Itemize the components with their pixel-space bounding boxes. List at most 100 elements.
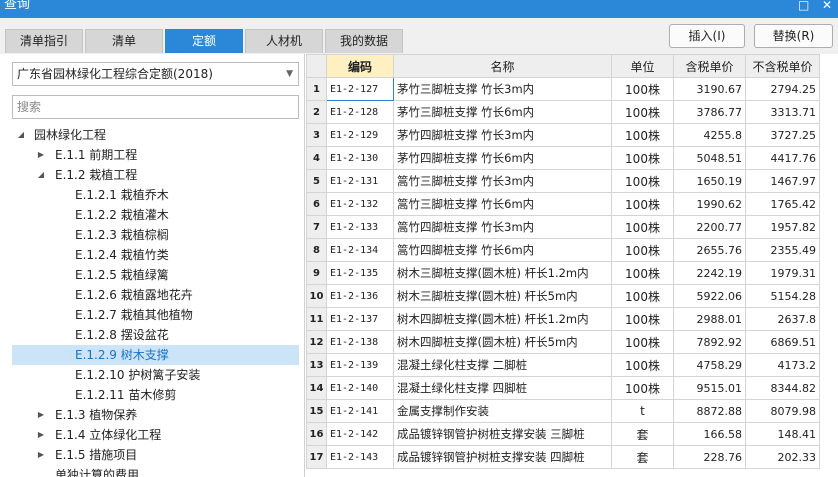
code-cell[interactable]: E1-2-135	[326, 261, 394, 285]
code-cell[interactable]: E1-2-133	[326, 215, 394, 239]
name-cell[interactable]: 混凝土绿化柱支撑 二脚桩	[393, 353, 612, 377]
code-cell[interactable]: E1-2-131	[326, 169, 394, 193]
name-cell[interactable]: 成品镀锌钢管护树桩支撑安装 四脚桩	[393, 445, 612, 469]
expand-arrow-icon[interactable]: ◢	[16, 125, 26, 145]
code-cell[interactable]: E1-2-142	[326, 422, 394, 446]
table-row[interactable]: 9 E1-2-135 树木三脚桩支撑(圆木桩) 杆长1.2m内 100株 2242.19…	[306, 261, 820, 285]
notax-price-cell[interactable]: 3313.71	[745, 100, 820, 124]
name-cell[interactable]: 篙竹四脚桩支撑 竹长3m内	[393, 215, 612, 239]
tax-price-cell[interactable]: 4255.8	[673, 123, 746, 147]
tree-item[interactable]: ▶ E.1.4 立体绿化工程	[12, 425, 299, 445]
tax-price-cell[interactable]: 3190.67	[673, 77, 746, 101]
tax-price-cell[interactable]: 1990.62	[673, 192, 746, 216]
unit-cell[interactable]: 100株	[611, 353, 674, 377]
tax-price-cell[interactable]: 7892.92	[673, 330, 746, 354]
name-cell[interactable]: 茅竹三脚桩支撑 竹长3m内	[393, 77, 612, 101]
notax-price-cell[interactable]: 4173.2	[745, 353, 820, 377]
tab-bill-guide[interactable]: 清单指引	[5, 29, 83, 53]
code-cell[interactable]: E1-2-134	[326, 238, 394, 262]
code-cell[interactable]: E1-2-141	[326, 399, 394, 423]
replace-button[interactable]: 替换(R)	[754, 24, 833, 48]
notax-price-column-header[interactable]: 不含税单价	[745, 54, 820, 78]
unit-cell[interactable]: 100株	[611, 238, 674, 262]
unit-cell[interactable]: 100株	[611, 284, 674, 308]
name-cell[interactable]: 茅竹四脚桩支撑 竹长3m内	[393, 123, 612, 147]
tree-item[interactable]: ▶ E.1.3 植物保养	[12, 405, 299, 425]
tax-price-cell[interactable]: 8872.88	[673, 399, 746, 423]
tab-my-data[interactable]: 我的数据	[325, 29, 403, 53]
unit-cell[interactable]: t	[611, 399, 674, 423]
name-cell[interactable]: 金属支撑制作安装	[393, 399, 612, 423]
table-row[interactable]: 10 E1-2-136 树木三脚桩支撑(圆木桩) 杆长5m内 100株 5922.06 5…	[306, 284, 820, 308]
unit-cell[interactable]: 100株	[611, 123, 674, 147]
notax-price-cell[interactable]: 1979.31	[745, 261, 820, 285]
tax-price-column-header[interactable]: 含税单价	[673, 54, 746, 78]
tax-price-cell[interactable]: 2988.01	[673, 307, 746, 331]
code-cell[interactable]: E1-2-136	[326, 284, 394, 308]
tab-quota[interactable]: 定额	[165, 29, 243, 53]
unit-cell[interactable]: 100株	[611, 192, 674, 216]
name-cell[interactable]: 茅竹三脚桩支撑 竹长6m内	[393, 100, 612, 124]
quota-library-select[interactable]: 广东省园林绿化工程综合定额(2018) ▼	[12, 62, 299, 86]
tax-price-cell[interactable]: 4758.29	[673, 353, 746, 377]
table-row[interactable]: 12 E1-2-138 树木四脚桩支撑(圆木桩) 杆长5m内 100株 7892.92 6…	[306, 330, 820, 354]
code-cell[interactable]: E1-2-129	[326, 123, 394, 147]
table-row[interactable]: 14 E1-2-140 混凝土绿化柱支撑 四脚桩 100株 9515.01 8344.82	[306, 376, 820, 400]
tree-item[interactable]: E.1.2.6 栽植露地花卉	[12, 285, 299, 305]
notax-price-cell[interactable]: 1467.97	[745, 169, 820, 193]
name-cell[interactable]: 树木三脚桩支撑(圆木桩) 杆长1.2m内	[393, 261, 612, 285]
notax-price-cell[interactable]: 4417.76	[745, 146, 820, 170]
tree-item[interactable]: ▶ E.1.5 措施项目	[12, 445, 299, 465]
tax-price-cell[interactable]: 2655.76	[673, 238, 746, 262]
tree-item-selected[interactable]: E.1.2.9 树木支撑	[12, 345, 299, 365]
tax-price-cell[interactable]: 5922.06	[673, 284, 746, 308]
unit-cell[interactable]: 100株	[611, 376, 674, 400]
table-row[interactable]: 17 E1-2-143 成品镀锌钢管护树桩支撑安装 四脚桩套 228.76 202.33	[306, 445, 820, 469]
tax-price-cell[interactable]: 2242.19	[673, 261, 746, 285]
code-cell[interactable]: E1-2-130	[326, 146, 394, 170]
unit-cell[interactable]: 套	[611, 445, 674, 469]
tax-price-cell[interactable]: 5048.51	[673, 146, 746, 170]
collapse-arrow-icon[interactable]: ▶	[36, 405, 46, 425]
code-column-header[interactable]: 编码	[326, 54, 394, 78]
tree-item[interactable]: 单独计算的费用	[12, 465, 299, 477]
tree-item[interactable]: E.1.2.10 护树篱子安装	[12, 365, 299, 385]
tax-price-cell[interactable]: 2200.77	[673, 215, 746, 239]
notax-price-cell[interactable]: 1765.42	[745, 192, 820, 216]
table-row[interactable]: 13 E1-2-139 混凝土绿化柱支撑 二脚桩 100株 4758.29 4173.2	[306, 353, 820, 377]
name-cell[interactable]: 树木三脚桩支撑(圆木桩) 杆长5m内	[393, 284, 612, 308]
code-cell[interactable]: E1-2-138	[326, 330, 394, 354]
table-row[interactable]: 2 E1-2-128 茅竹三脚桩支撑 竹长6m内 100株 3786.77 3313.71	[306, 100, 820, 124]
tab-labor-material-machine[interactable]: 人材机	[245, 29, 323, 53]
tree-item[interactable]: E.1.2.3 栽植棕榈	[12, 225, 299, 245]
notax-price-cell[interactable]: 202.33	[745, 445, 820, 469]
code-cell[interactable]: E1-2-143	[326, 445, 394, 469]
notax-price-cell[interactable]: 1957.82	[745, 215, 820, 239]
table-row[interactable]: 15 E1-2-141 金属支撑制作安装 t 8872.88 8079.98	[306, 399, 820, 423]
tree-item[interactable]: E.1.2.1 栽植乔木	[12, 185, 299, 205]
name-cell[interactable]: 篙竹三脚桩支撑 竹长3m内	[393, 169, 612, 193]
name-cell[interactable]: 树木四脚桩支撑(圆木桩) 杆长5m内	[393, 330, 612, 354]
unit-cell[interactable]: 100株	[611, 77, 674, 101]
table-row[interactable]: 16 E1-2-142 成品镀锌钢管护树桩支撑安装 三脚桩套 166.58 148.41	[306, 422, 820, 446]
code-cell[interactable]: E1-2-139	[326, 353, 394, 377]
tab-bill[interactable]: 清单	[85, 29, 163, 53]
tree-item[interactable]: ◢ E.1.2 栽植工程	[12, 165, 299, 185]
unit-column-header[interactable]: 单位	[611, 54, 674, 78]
tree-item[interactable]: E.1.2.5 栽植绿篱	[12, 265, 299, 285]
notax-price-cell[interactable]: 5154.28	[745, 284, 820, 308]
table-row[interactable]: 1 E1-2-127 茅竹三脚桩支撑 竹长3m内 100株 3190.67 2794.25	[306, 77, 820, 101]
tax-price-cell[interactable]: 3786.77	[673, 100, 746, 124]
tax-price-cell[interactable]: 1650.19	[673, 169, 746, 193]
table-row[interactable]: 8 E1-2-134 篙竹四脚桩支撑 竹长6m内 100株 2655.76 2355.49	[306, 238, 820, 262]
tree-item[interactable]: E.1.2.8 摆设盆花	[12, 325, 299, 345]
unit-cell[interactable]: 100株	[611, 307, 674, 331]
table-row[interactable]: 6 E1-2-132 篙竹三脚桩支撑 竹长6m内 100株 1990.62 1765.42	[306, 192, 820, 216]
search-input[interactable]	[12, 95, 299, 119]
code-cell[interactable]: E1-2-140	[326, 376, 394, 400]
unit-cell[interactable]: 100株	[611, 100, 674, 124]
chevron-down-icon[interactable]: ▼	[286, 63, 293, 85]
table-row[interactable]: 5 E1-2-131 篙竹三脚桩支撑 竹长3m内 100株 1650.19 1467.97	[306, 169, 820, 193]
tax-price-cell[interactable]: 166.58	[673, 422, 746, 446]
code-cell[interactable]: E1-2-137	[326, 307, 394, 331]
